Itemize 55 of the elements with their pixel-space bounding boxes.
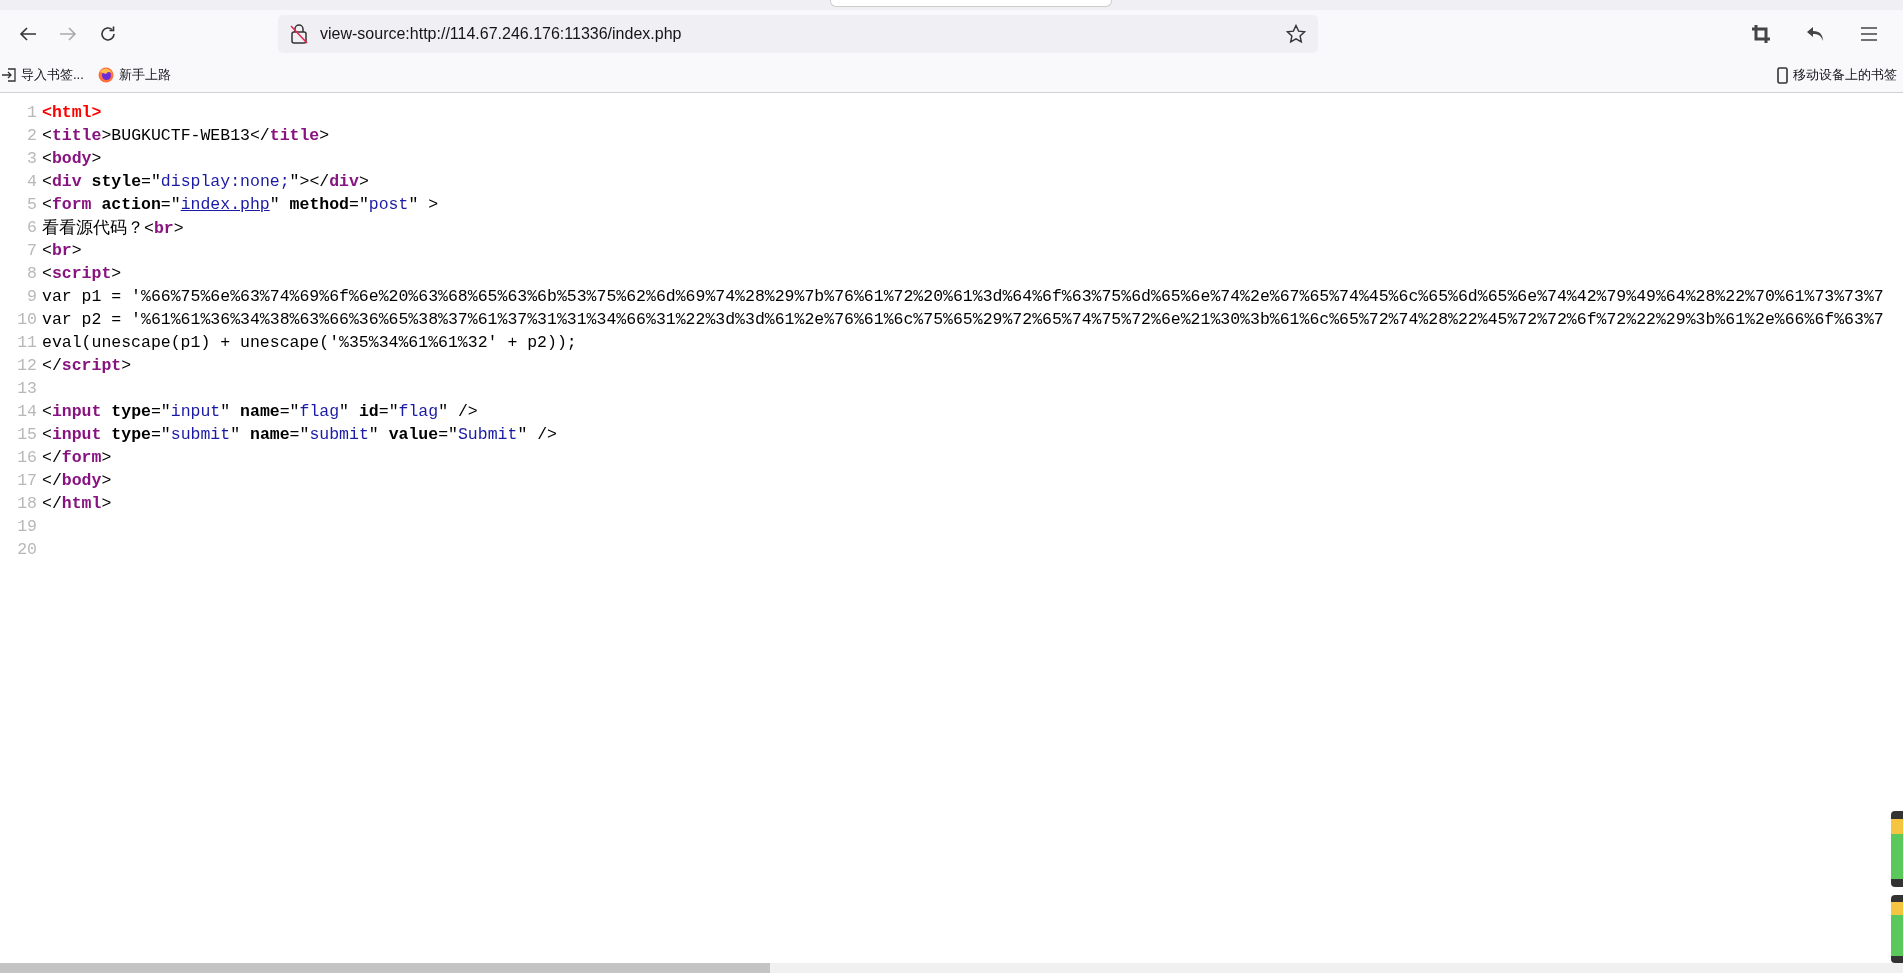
- code-line: var p2 = '%61%61%36%34%38%63%66%36%65%38%37%61%37%31%31%34%66%31%22%3d%3d%61%2e%76%61%6c%75%65%29%72%65%74%75%72%6e%21%30%3b%61%6c%65%72%74%28%22%45%72%72%6f%72%22%29%3b%61%2e%66%6f%63%7: [42, 310, 1884, 329]
- code-line: <html>: [42, 103, 102, 122]
- bookmark-link[interactable]: 导入书签...: [2, 66, 84, 84]
- code-line: <title>BUGKUCTF-WEB13</title>: [42, 126, 330, 145]
- line-number: 14: [16, 402, 38, 421]
- source-link[interactable]: index.php: [180, 195, 270, 214]
- code-line: <script>: [42, 264, 122, 283]
- code-line: <input type="submit" name="submit" value="Submit" />: [42, 425, 557, 444]
- code-line: eval(unescape(p1) + unescape('%35%34%61%61%32' + p2));: [42, 333, 577, 352]
- scrollbar-thumb[interactable]: [0, 963, 770, 973]
- code-line: </script>: [42, 356, 132, 375]
- line-number: 18: [16, 494, 38, 513]
- phone-icon: [1777, 66, 1788, 84]
- line-number: 10: [16, 310, 38, 329]
- back-arrow-icon[interactable]: [19, 26, 37, 42]
- line-number: 6: [26, 218, 38, 237]
- insecure-lock-icon[interactable]: [290, 24, 308, 44]
- address-bar[interactable]: view-source:http://114.67.246.176:11336/index.php: [278, 15, 1318, 53]
- line-number: 3: [26, 149, 38, 168]
- line-number: 8: [26, 264, 38, 283]
- line-number: 20: [16, 540, 38, 559]
- code-line: <div style="display:none;"></div>: [42, 172, 369, 191]
- browser-logo-icon: [97, 67, 114, 83]
- code-line: <br>: [42, 241, 82, 260]
- line-number: 15: [16, 425, 38, 444]
- code-line: </body>: [42, 471, 112, 490]
- code-line: 看看源代码？<br>: [42, 217, 184, 239]
- line-number: 12: [16, 356, 38, 375]
- reload-icon[interactable]: [99, 25, 117, 43]
- mobile-bookmarks-link[interactable]: 移动设备上的书签: [1777, 66, 1897, 84]
- star-icon[interactable]: [1286, 24, 1306, 44]
- line-number: 5: [26, 195, 38, 214]
- line-number: 16: [16, 448, 38, 467]
- line-number: 4: [26, 172, 38, 191]
- code-line: </form>: [42, 448, 112, 467]
- line-number: 9: [26, 287, 38, 306]
- level-meter-drawing: [1891, 895, 1903, 963]
- menu-icon[interactable]: [1861, 27, 1877, 41]
- code-line: var p1 = '%66%75%6e%63%74%69%6f%6e%20%63%68%65%63%6b%53%75%62%6d%69%74%28%29%7b%76%61%72%20%61%3d%64%6f%63%75%6d%65%6e%74%2e%67%65%74%45%6c%65%6d%65%6e%74%42%79%49%64%28%22%70%61%73%73%7: [42, 287, 1884, 306]
- line-number: 13: [16, 379, 38, 398]
- reply-arrow-icon[interactable]: [1806, 26, 1824, 42]
- line-number: 17: [16, 471, 38, 490]
- code-line: <input type="input" name="flag" id="flag" />: [42, 402, 478, 421]
- code-line: <body>: [42, 149, 102, 168]
- code-line: </html>: [42, 494, 112, 513]
- line-number: 2: [26, 126, 38, 145]
- line-number: 19: [16, 517, 38, 536]
- import-icon: [2, 68, 16, 82]
- line-number: 1: [26, 103, 38, 122]
- line-number: 11: [16, 333, 38, 352]
- crop-icon[interactable]: [1752, 25, 1770, 43]
- code-line: <form action="index.php" method="post" >: [42, 195, 439, 214]
- horizontal-scrollbar[interactable]: [0, 963, 1903, 973]
- bookmark-link[interactable]: 新手上路: [97, 66, 171, 84]
- line-number: 7: [26, 241, 38, 260]
